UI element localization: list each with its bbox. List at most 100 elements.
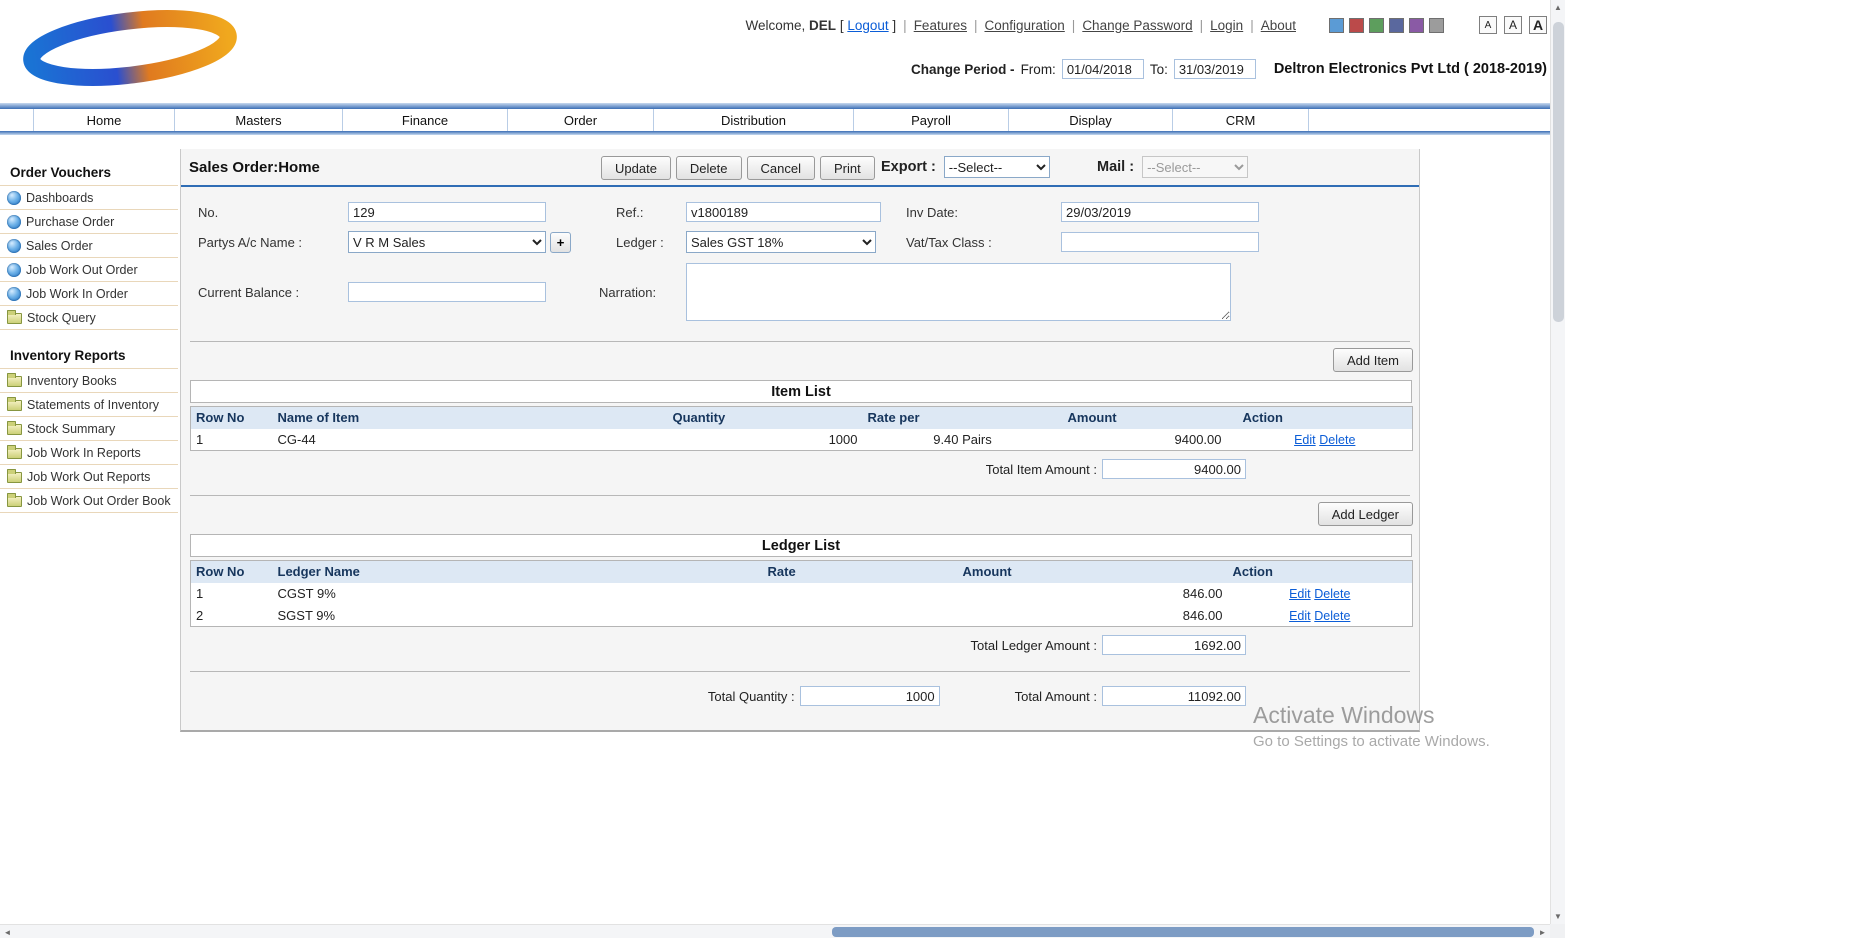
vat-tax-class-label: Vat/Tax Class : [906,235,1061,250]
sidebar-item-sales-order[interactable]: Sales Order [0,234,178,258]
record-action-buttons: Update Delete Cancel Print [601,156,875,180]
scroll-right-arrow-icon[interactable]: ► [1535,925,1550,938]
ledger-row-no: 1 [191,583,273,605]
about-link[interactable]: About [1261,18,1296,33]
to-label: To: [1150,62,1168,77]
ledger-select[interactable]: Sales GST 18% [686,231,876,253]
theme-swatch-gray[interactable] [1429,18,1444,33]
narration-label: Narration: [599,285,686,300]
folder-icon [7,376,22,387]
item-quantity: 1000 [668,429,863,451]
sidebar-item-statements-of-inventory[interactable]: Statements of Inventory [0,393,178,417]
ledger-col-rate: Rate [763,561,958,583]
total-ledger-amount-input[interactable] [1102,635,1246,655]
watermark-line2: Go to Settings to activate Windows. [1253,733,1490,750]
app-page: Welcome, DEL [ Logout ] | Features | Con… [0,0,1565,938]
sidebar-item-job-work-out-order-book[interactable]: Job Work Out Order Book [0,489,178,513]
cancel-button[interactable]: Cancel [747,156,815,180]
theme-swatch-slate[interactable] [1389,18,1404,33]
item-edit-link[interactable]: Edit [1294,433,1316,447]
narration-textarea[interactable] [686,263,1231,321]
no-input[interactable] [348,202,546,222]
total-amount-input[interactable] [1102,686,1246,706]
delete-button[interactable]: Delete [676,156,742,180]
vertical-scrollbar[interactable]: ▲ ▼ [1550,0,1565,938]
sidebar-item-purchase-order[interactable]: Purchase Order [0,210,178,234]
nav-tabs: Home Masters Finance Order Distribution … [0,109,1565,131]
print-button[interactable]: Print [820,156,875,180]
font-size-small-button[interactable]: A [1479,16,1497,34]
sidebar-item-label: Job Work In Order [26,287,128,301]
update-button[interactable]: Update [601,156,671,180]
tab-finance[interactable]: Finance [343,109,508,131]
logo-swoosh-icon [14,8,246,88]
tab-display[interactable]: Display [1009,109,1173,131]
add-party-button[interactable]: + [550,232,571,253]
current-balance-input[interactable] [348,282,546,302]
form-row-2: Partys A/c Name : V R M Sales + Ledger :… [181,229,1419,255]
bracket-close: ] [892,18,896,33]
username: DEL [809,18,836,33]
sidebar-item-stock-query[interactable]: Stock Query [0,306,178,330]
period-from-input[interactable] [1062,59,1144,79]
item-delete-link[interactable]: Delete [1319,433,1355,447]
tab-crm[interactable]: CRM [1173,109,1309,131]
theme-swatch-green[interactable] [1369,18,1384,33]
period-to-input[interactable] [1174,59,1256,79]
scroll-up-arrow-icon[interactable]: ▲ [1551,0,1565,15]
font-size-large-button[interactable]: A [1529,16,1547,34]
welcome-prefix: Welcome, [746,18,806,33]
app-header: Welcome, DEL [ Logout ] | Features | Con… [0,0,1565,103]
tab-distribution[interactable]: Distribution [654,109,854,131]
sidebar-item-label: Job Work Out Reports [27,470,150,484]
ledger-edit-link[interactable]: Edit [1289,609,1311,623]
export-select[interactable]: --Select-- [944,156,1050,178]
add-ledger-button[interactable]: Add Ledger [1318,502,1413,526]
tab-payroll[interactable]: Payroll [854,109,1009,131]
sidebar-list-inventory-reports: Inventory Books Statements of Inventory … [0,368,178,513]
sidebar-item-label: Stock Query [27,311,96,325]
content-panel: Sales Order:Home Update Delete Cancel Pr… [180,149,1420,732]
item-col-action: Action [1238,407,1413,429]
ledger-delete-link[interactable]: Delete [1314,587,1350,601]
sidebar-item-stock-summary[interactable]: Stock Summary [0,417,178,441]
horizontal-scrollbar-thumb[interactable] [832,927,1534,937]
total-item-amount-input[interactable] [1102,459,1246,479]
theme-swatch-red[interactable] [1349,18,1364,33]
tab-home[interactable]: Home [33,109,175,131]
add-item-button[interactable]: Add Item [1333,348,1413,372]
main-nav: Home Masters Finance Order Distribution … [0,103,1565,135]
sidebar-item-job-work-in-reports[interactable]: Job Work In Reports [0,441,178,465]
vertical-scrollbar-thumb[interactable] [1553,22,1564,322]
party-select[interactable]: V R M Sales [348,231,546,253]
horizontal-scrollbar[interactable]: ◄ ► [0,924,1550,938]
sidebar-item-job-work-out-reports[interactable]: Job Work Out Reports [0,465,178,489]
features-link[interactable]: Features [914,18,967,33]
total-quantity-input[interactable] [800,686,940,706]
folder-icon [7,313,22,324]
tab-masters[interactable]: Masters [175,109,343,131]
configuration-link[interactable]: Configuration [984,18,1064,33]
party-label: Partys A/c Name : [198,235,348,250]
font-size-medium-button[interactable]: A [1504,16,1522,34]
mail-select[interactable]: --Select-- [1142,156,1248,178]
sidebar-item-job-work-out-order[interactable]: Job Work Out Order [0,258,178,282]
sidebar-item-inventory-books[interactable]: Inventory Books [0,369,178,393]
header-links-row: Welcome, DEL [ Logout ] | Features | Con… [746,16,1548,34]
sidebar-item-dashboards[interactable]: Dashboards [0,186,178,210]
logout-link[interactable]: Logout [847,18,888,33]
change-period-label: Change Period - [911,62,1015,77]
scroll-left-arrow-icon[interactable]: ◄ [0,925,15,938]
inv-date-input[interactable] [1061,202,1259,222]
change-password-link[interactable]: Change Password [1082,18,1192,33]
ref-input[interactable] [686,202,881,222]
ledger-edit-link[interactable]: Edit [1289,587,1311,601]
scroll-down-arrow-icon[interactable]: ▼ [1551,909,1565,924]
theme-swatch-blue[interactable] [1329,18,1344,33]
vat-tax-class-input[interactable] [1061,232,1259,252]
theme-swatch-purple[interactable] [1409,18,1424,33]
login-link[interactable]: Login [1210,18,1243,33]
ledger-delete-link[interactable]: Delete [1314,609,1350,623]
tab-order[interactable]: Order [508,109,654,131]
sidebar-item-job-work-in-order[interactable]: Job Work In Order [0,282,178,306]
